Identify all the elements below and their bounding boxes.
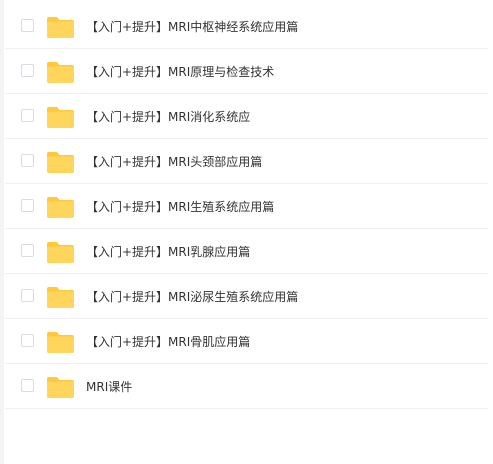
file-row[interactable]: 【入门+提升】MRI中枢神经系统应用篇 (5, 5, 488, 49)
select-checkbox[interactable] (21, 289, 34, 302)
select-checkbox[interactable] (21, 19, 34, 32)
folder-name[interactable]: 【入门+提升】MRI头颈部应用篇 (86, 153, 262, 171)
folder-icon (47, 62, 74, 83)
folder-name[interactable]: MRI课件 (86, 378, 132, 396)
file-row[interactable]: 【入门+提升】MRI原理与检查技术 (5, 50, 488, 94)
select-checkbox[interactable] (21, 334, 34, 347)
folder-name[interactable]: 【入门+提升】MRI消化系统应 (86, 108, 250, 126)
file-row[interactable]: 【入门+提升】MRI头颈部应用篇 (5, 140, 488, 184)
folder-icon (47, 332, 74, 353)
select-checkbox[interactable] (21, 199, 34, 212)
select-checkbox[interactable] (21, 109, 34, 122)
folder-name[interactable]: 【入门+提升】MRI原理与检查技术 (86, 63, 274, 81)
file-row[interactable]: 【入门+提升】MRI乳腺应用篇 (5, 230, 488, 274)
file-row[interactable]: 【入门+提升】MRI泌尿生殖系统应用篇 (5, 275, 488, 319)
select-checkbox[interactable] (21, 64, 34, 77)
file-row[interactable]: 【入门+提升】MRI骨肌应用篇 (5, 320, 488, 364)
folder-icon (47, 287, 74, 308)
folder-name[interactable]: 【入门+提升】MRI泌尿生殖系统应用篇 (86, 288, 298, 306)
folder-name[interactable]: 【入门+提升】MRI中枢神经系统应用篇 (86, 18, 298, 36)
folder-icon (47, 107, 74, 128)
folder-icon (47, 152, 74, 173)
folder-icon (47, 242, 74, 263)
file-row[interactable]: 【入门+提升】MRI生殖系统应用篇 (5, 185, 488, 229)
file-row[interactable]: MRI课件 (5, 365, 488, 409)
select-checkbox[interactable] (21, 244, 34, 257)
folder-name[interactable]: 【入门+提升】MRI骨肌应用篇 (86, 333, 250, 351)
folder-name[interactable]: 【入门+提升】MRI生殖系统应用篇 (86, 198, 274, 216)
file-row[interactable]: 【入门+提升】MRI消化系统应 (5, 95, 488, 139)
folder-name[interactable]: 【入门+提升】MRI乳腺应用篇 (86, 243, 250, 261)
file-list: 【入门+提升】MRI中枢神经系统应用篇 【入门+提升】MRI原理与检查技术 【入… (0, 0, 493, 464)
folder-icon (47, 197, 74, 218)
folder-icon (47, 377, 74, 398)
select-checkbox[interactable] (21, 379, 34, 392)
select-checkbox[interactable] (21, 154, 34, 167)
folder-icon (47, 17, 74, 38)
